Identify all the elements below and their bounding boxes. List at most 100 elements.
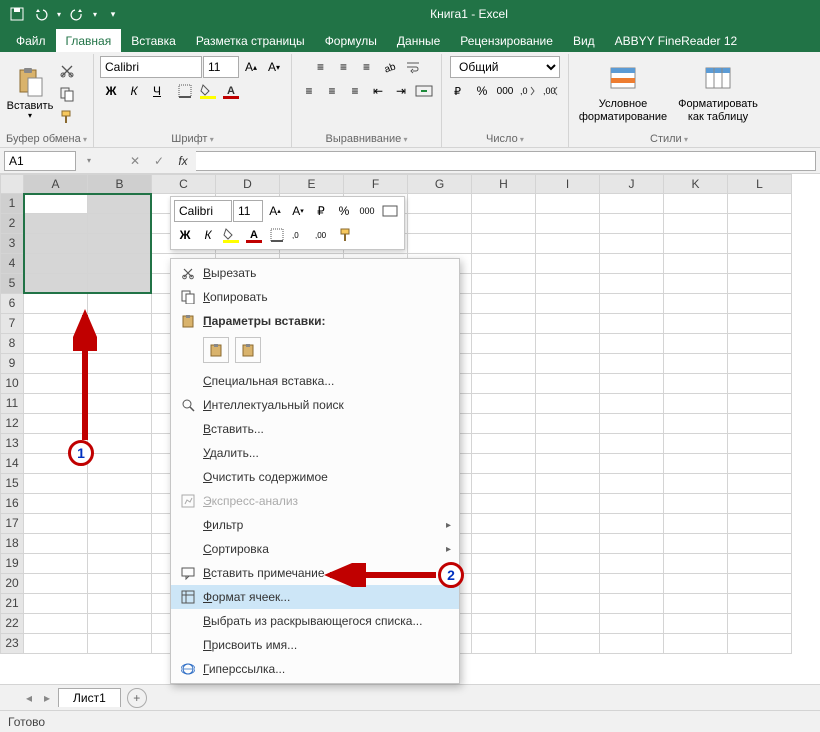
- menu-insert[interactable]: Вставить...: [171, 417, 459, 441]
- cell[interactable]: [88, 314, 152, 334]
- cell[interactable]: [728, 554, 792, 574]
- align-right-icon[interactable]: ≡: [344, 80, 366, 102]
- cell[interactable]: [24, 474, 88, 494]
- menu-copy[interactable]: Копировать: [171, 285, 459, 309]
- cell[interactable]: [472, 234, 536, 254]
- cell[interactable]: [664, 534, 728, 554]
- tab-разметка-страницы[interactable]: Разметка страницы: [186, 30, 315, 52]
- row-header[interactable]: 18: [0, 534, 24, 554]
- menu-delete[interactable]: Удалить...: [171, 441, 459, 465]
- menu-paste_opts[interactable]: Параметры вставки:: [171, 309, 459, 333]
- cell[interactable]: [24, 594, 88, 614]
- cell[interactable]: [88, 254, 152, 274]
- cell[interactable]: [664, 614, 728, 634]
- mini-inc-decimal-icon[interactable]: ,0: [289, 224, 311, 246]
- menu-cut[interactable]: Вырезать: [171, 261, 459, 285]
- cell[interactable]: [472, 294, 536, 314]
- cut-icon[interactable]: [56, 60, 78, 82]
- cell[interactable]: [600, 254, 664, 274]
- mini-font-size[interactable]: [233, 200, 263, 222]
- cell[interactable]: [600, 434, 664, 454]
- cell[interactable]: [536, 434, 600, 454]
- cell[interactable]: [472, 254, 536, 274]
- column-header[interactable]: D: [216, 174, 280, 194]
- mini-percent-icon[interactable]: %: [333, 200, 355, 222]
- cell[interactable]: [600, 514, 664, 534]
- cell[interactable]: [728, 274, 792, 294]
- cell[interactable]: [472, 414, 536, 434]
- cell[interactable]: [88, 234, 152, 254]
- cell[interactable]: [664, 494, 728, 514]
- decrease-decimal-icon[interactable]: ,00: [540, 80, 562, 102]
- format-painter-icon[interactable]: [56, 106, 78, 128]
- cell[interactable]: [600, 414, 664, 434]
- cell[interactable]: [472, 534, 536, 554]
- cell[interactable]: [600, 614, 664, 634]
- cell[interactable]: [728, 534, 792, 554]
- cell[interactable]: [600, 554, 664, 574]
- percent-icon[interactable]: %: [471, 80, 493, 102]
- cell[interactable]: [728, 634, 792, 654]
- cell[interactable]: [728, 434, 792, 454]
- mini-fill-color-icon[interactable]: [220, 224, 242, 246]
- row-header[interactable]: 3: [0, 234, 24, 254]
- cell[interactable]: [536, 514, 600, 534]
- cell[interactable]: [536, 214, 600, 234]
- orientation-icon[interactable]: ab: [379, 56, 401, 78]
- qat-customize-icon[interactable]: ▾: [102, 3, 124, 25]
- cell[interactable]: [24, 514, 88, 534]
- tab-данные[interactable]: Данные: [387, 30, 450, 52]
- cell[interactable]: [664, 254, 728, 274]
- tab-вставка[interactable]: Вставка: [121, 30, 186, 52]
- menu-hyperlink[interactable]: Гиперссылка...: [171, 657, 459, 681]
- cell[interactable]: [728, 194, 792, 214]
- cell[interactable]: [88, 454, 152, 474]
- cell[interactable]: [664, 434, 728, 454]
- cell[interactable]: [600, 214, 664, 234]
- row-header[interactable]: 10: [0, 374, 24, 394]
- sheet-tab[interactable]: Лист1: [58, 688, 121, 707]
- cell[interactable]: [88, 634, 152, 654]
- cell[interactable]: [88, 574, 152, 594]
- cell[interactable]: [472, 594, 536, 614]
- italic-button[interactable]: К: [123, 80, 145, 102]
- cell[interactable]: [600, 394, 664, 414]
- cell[interactable]: [728, 374, 792, 394]
- increase-decimal-icon[interactable]: ,0: [517, 80, 539, 102]
- cell[interactable]: [664, 314, 728, 334]
- border-icon[interactable]: [174, 80, 196, 102]
- mini-italic-button[interactable]: К: [197, 224, 219, 246]
- mini-dec-decimal-icon[interactable]: ,00: [312, 224, 334, 246]
- decrease-font-icon[interactable]: A▾: [263, 56, 285, 78]
- cell[interactable]: [728, 294, 792, 314]
- comma-icon[interactable]: 000: [494, 80, 516, 102]
- cell[interactable]: [88, 354, 152, 374]
- row-header[interactable]: 22: [0, 614, 24, 634]
- cell[interactable]: [600, 274, 664, 294]
- cell[interactable]: [472, 334, 536, 354]
- menu-pick[interactable]: Выбрать из раскрывающегося списка...: [171, 609, 459, 633]
- cell[interactable]: [24, 634, 88, 654]
- column-header[interactable]: A: [24, 174, 88, 194]
- cell[interactable]: [88, 294, 152, 314]
- tab-вид[interactable]: Вид: [563, 30, 605, 52]
- cell[interactable]: [472, 474, 536, 494]
- cell[interactable]: [24, 234, 88, 254]
- row-header[interactable]: 17: [0, 514, 24, 534]
- cell[interactable]: [472, 494, 536, 514]
- cell[interactable]: [664, 334, 728, 354]
- row-header[interactable]: 6: [0, 294, 24, 314]
- undo-icon[interactable]: [30, 3, 52, 25]
- cell[interactable]: [88, 394, 152, 414]
- row-header[interactable]: 14: [0, 454, 24, 474]
- cell[interactable]: [728, 594, 792, 614]
- paste-default-button[interactable]: [203, 337, 229, 363]
- cell[interactable]: [664, 394, 728, 414]
- cancel-formula-icon[interactable]: ✕: [124, 151, 146, 171]
- cell[interactable]: [728, 334, 792, 354]
- cell[interactable]: [88, 414, 152, 434]
- mini-comma-icon[interactable]: 000: [356, 200, 378, 222]
- cell[interactable]: [472, 214, 536, 234]
- fx-icon[interactable]: fx: [172, 151, 194, 171]
- cell[interactable]: [24, 494, 88, 514]
